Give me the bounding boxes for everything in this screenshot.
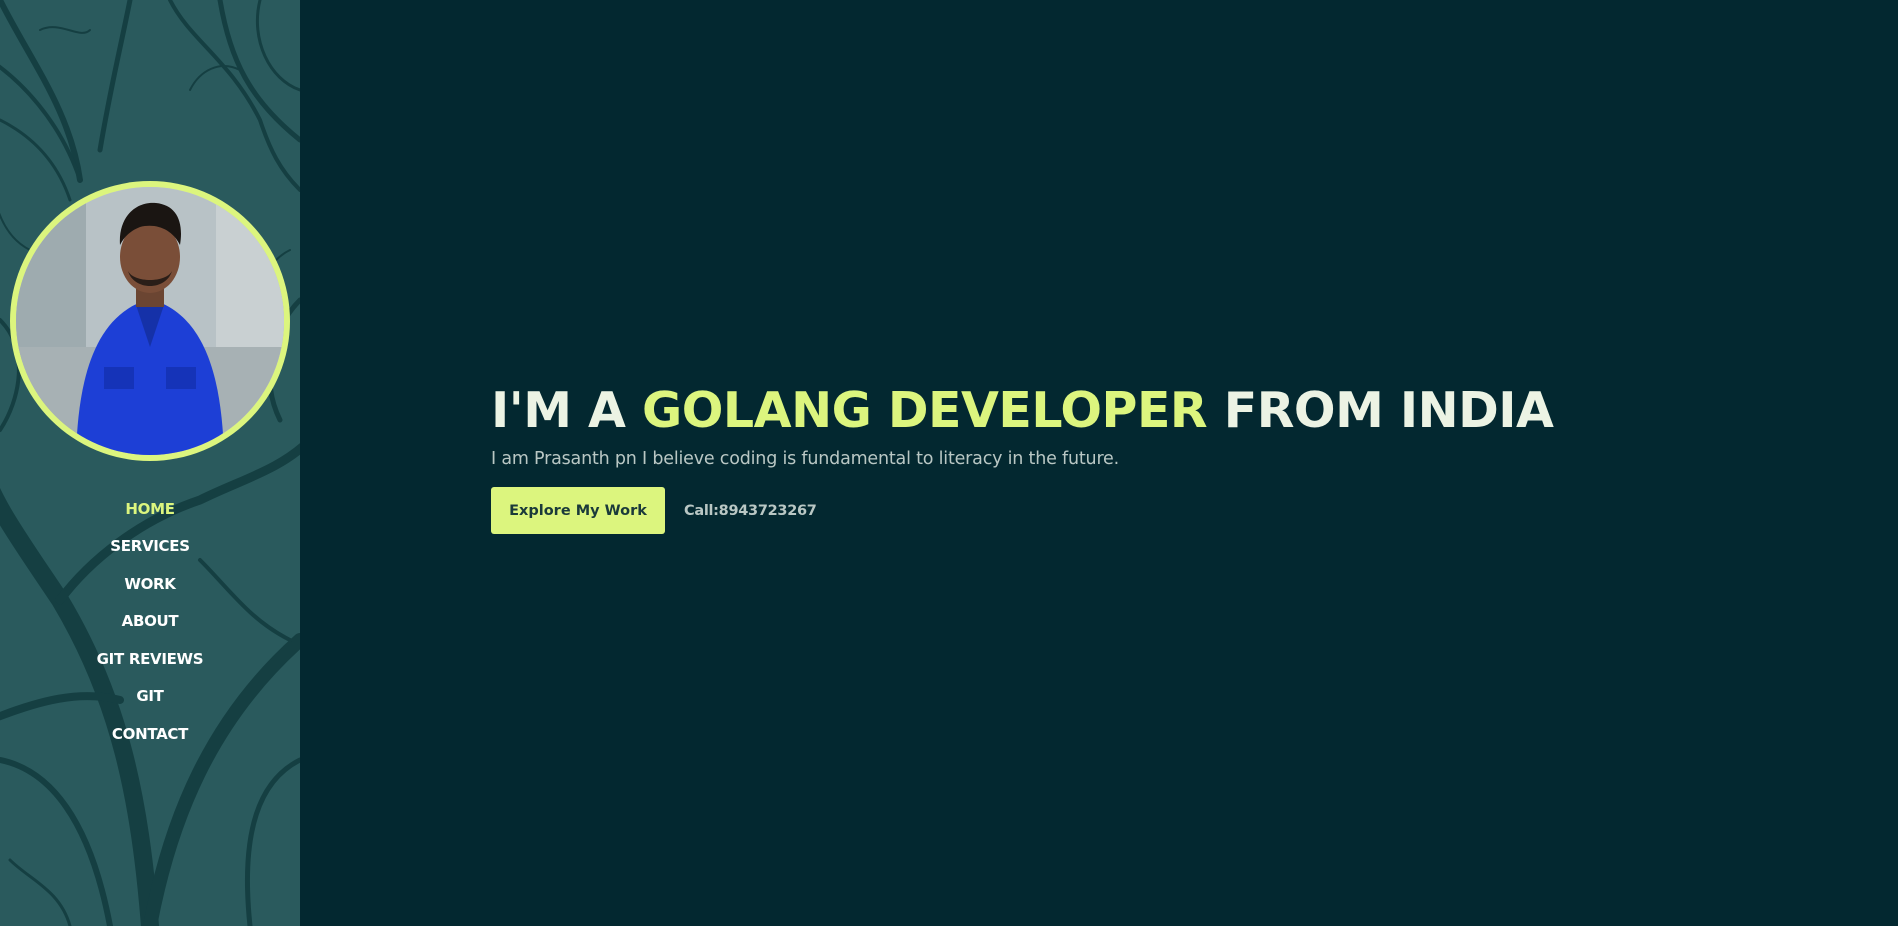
headline-accent: GOLANG DEVELOPER — [642, 382, 1208, 439]
explore-work-button[interactable]: Explore My Work — [491, 487, 665, 534]
tree-branches-background — [0, 0, 300, 926]
headline-prefix: I'M A — [491, 382, 643, 439]
page: HOME SERVICES WORK ABOUT GIT REVIEWS GIT… — [0, 0, 1898, 926]
hero-section: I'M A GOLANG DEVELOPER FROM INDIA I am P… — [491, 382, 1554, 534]
hero-headline: I'M A GOLANG DEVELOPER FROM INDIA — [491, 382, 1554, 439]
nav-home[interactable]: HOME — [125, 500, 175, 518]
call-phone-link[interactable]: Call:8943723267 — [684, 503, 817, 519]
nav-services[interactable]: SERVICES — [110, 537, 190, 555]
nav-about[interactable]: ABOUT — [122, 612, 179, 630]
sidebar-nav: HOME SERVICES WORK ABOUT GIT REVIEWS GIT… — [0, 490, 300, 753]
avatar-ring — [10, 181, 290, 461]
sidebar: HOME SERVICES WORK ABOUT GIT REVIEWS GIT… — [0, 0, 300, 926]
headline-suffix: FROM INDIA — [1207, 382, 1554, 439]
nav-git-reviews[interactable]: GIT REVIEWS — [97, 650, 204, 668]
hero-tagline: I am Prasanth pn I believe coding is fun… — [491, 449, 1119, 469]
avatar — [16, 187, 284, 455]
nav-work[interactable]: WORK — [124, 575, 176, 593]
main-content: I'M A GOLANG DEVELOPER FROM INDIA I am P… — [300, 0, 1898, 926]
cta-row: Explore My Work Call:8943723267 — [491, 487, 1553, 534]
nav-contact[interactable]: CONTACT — [112, 725, 188, 743]
person-photo — [16, 187, 284, 455]
nav-git[interactable]: GIT — [136, 687, 164, 705]
